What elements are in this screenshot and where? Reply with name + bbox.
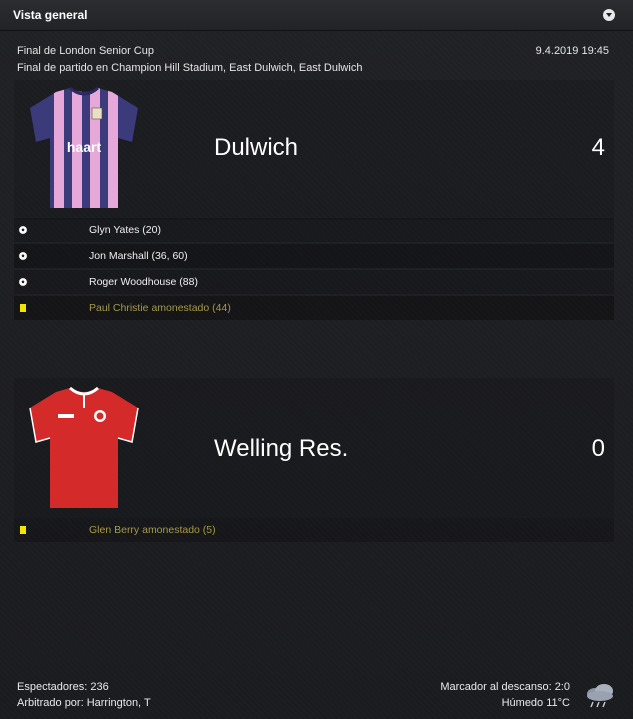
ball-icon	[18, 225, 28, 235]
panel-title: Vista general	[13, 8, 88, 22]
event-row: Roger Woodhouse (88)	[14, 270, 614, 294]
event-text[interactable]: Roger Woodhouse (88)	[89, 276, 198, 288]
event-row: Glen Berry amonestado (5)	[14, 518, 614, 542]
kit-sponsor: haart	[67, 139, 102, 155]
yellow-card-icon	[20, 526, 26, 534]
away-team-score: 0	[591, 435, 605, 462]
match-datetime: 9.4.2019 19:45	[535, 45, 609, 57]
venue-label: Final de partido en Champion Hill Stadiu…	[17, 62, 363, 74]
home-team-name[interactable]: Dulwich	[214, 134, 298, 162]
event-row: Paul Christie amonestado (44)	[14, 296, 614, 320]
ball-icon	[18, 277, 28, 287]
rain-cloud-icon	[587, 684, 613, 708]
panel-header: Vista general	[0, 0, 633, 31]
referee-label: Arbitrado por: Harrington, T	[17, 697, 151, 709]
yellow-card-icon	[20, 304, 26, 312]
event-text[interactable]: Glen Berry amonestado (5)	[89, 524, 216, 536]
event-text[interactable]: Paul Christie amonestado (44)	[89, 302, 231, 314]
competition-label: Final de London Senior Cup	[17, 45, 154, 57]
home-team-score: 4	[591, 134, 605, 161]
match-overview-panel: Vista general Final de London Senior Cup…	[0, 0, 633, 719]
event-row: Jon Marshall (36, 60)	[14, 244, 614, 268]
away-team-name[interactable]: Welling Res.	[214, 435, 348, 463]
event-text[interactable]: Glyn Yates (20)	[89, 224, 161, 236]
ball-icon	[18, 251, 28, 261]
chevron-down-icon[interactable]	[603, 9, 615, 21]
weather-label: Húmedo 11°C	[501, 697, 570, 709]
home-kit-shirt-icon: haart	[30, 86, 138, 208]
event-row: Glyn Yates (20)	[14, 218, 614, 242]
half-time-score: Marcador al descanso: 2:0	[440, 681, 570, 693]
away-kit-shirt-icon	[29, 386, 139, 508]
event-text[interactable]: Jon Marshall (36, 60)	[89, 250, 188, 262]
attendance-label: Espectadores: 236	[17, 681, 109, 693]
